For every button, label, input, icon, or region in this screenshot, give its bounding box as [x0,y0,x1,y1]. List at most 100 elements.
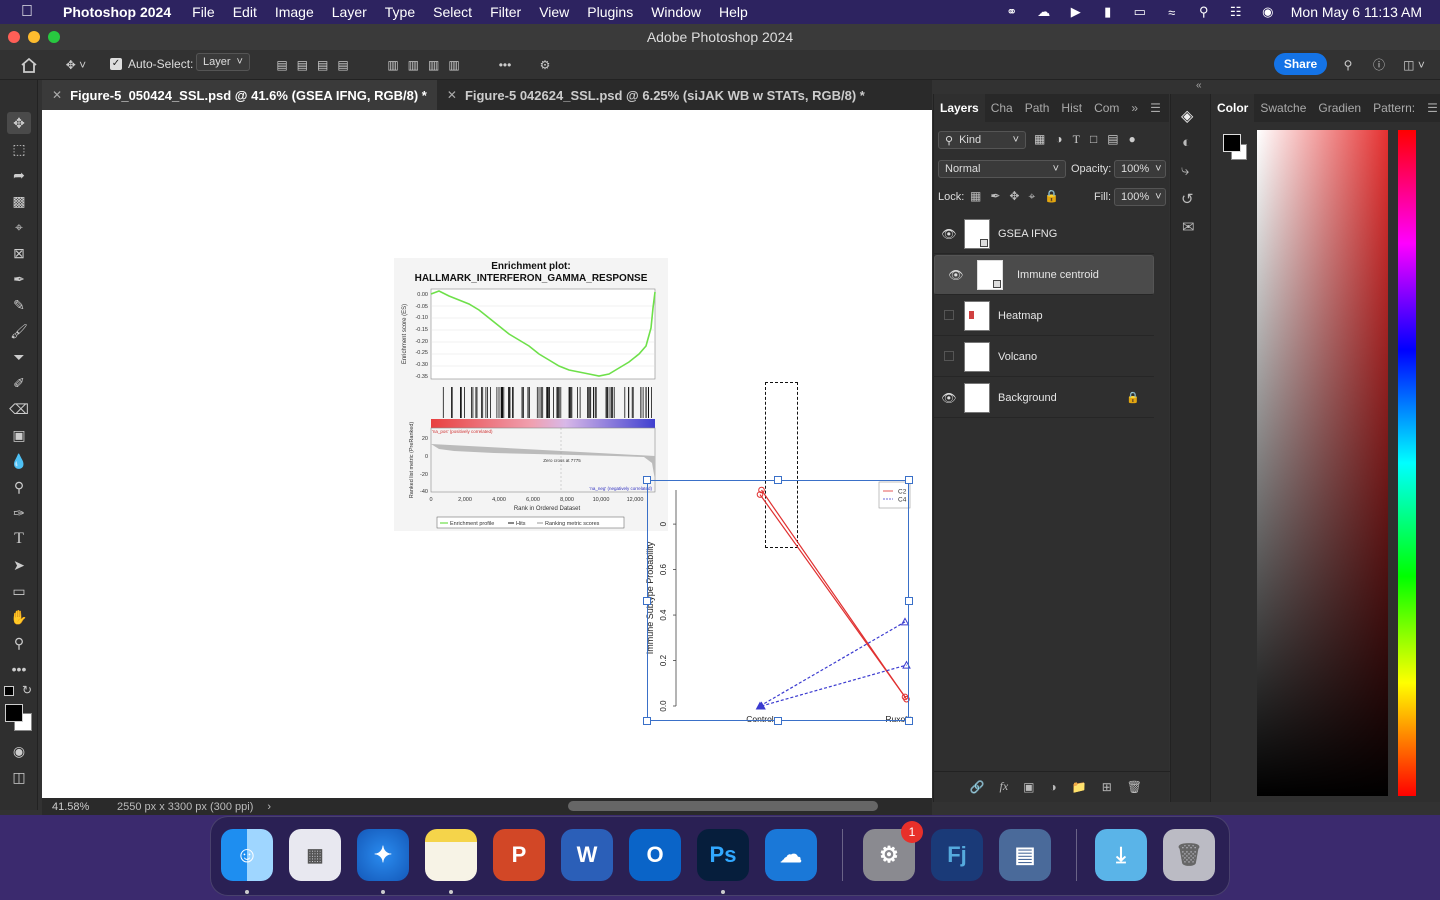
home-icon[interactable] [18,54,40,76]
layer-name[interactable]: Heatmap [998,310,1043,322]
photoshop-icon[interactable]: Ps [697,829,749,881]
eye-icon[interactable]: 👁 [934,227,964,241]
layer-row-volcano[interactable]: Volcano [934,337,1154,377]
siri-icon[interactable]: ◉ [1259,4,1277,19]
layer-effects-icon[interactable]: fx [999,779,1008,794]
new-group-icon[interactable]: 📁 [1072,780,1087,794]
control-center-icon[interactable]: ☷ [1227,4,1245,19]
more-options-icon[interactable]: ••• [494,54,516,76]
tab-swatches[interactable]: Swatche [1254,94,1312,122]
filter-shape-icon[interactable]: □ [1090,132,1097,147]
zoom-tool-icon[interactable]: ⚲ [7,632,31,654]
tab-figure-5-042624[interactable]: ✕ Figure-5 042624_SSL.psd @ 6.25% (siJAK… [437,80,875,110]
quick-mask-icon[interactable]: ◉ [7,740,31,762]
tab-comments[interactable]: Com [1088,94,1125,122]
menu-file[interactable]: File [183,4,224,20]
tab-channels[interactable]: Cha [985,94,1019,122]
tab-history[interactable]: Hist [1055,94,1088,122]
history-brush-tool-icon[interactable]: ✐ [7,372,31,394]
tab-gradients[interactable]: Gradien [1312,94,1367,122]
delete-layer-icon[interactable]: 🗑 [1127,780,1142,794]
type-tool-icon[interactable]: T [7,528,31,550]
tab-layers[interactable]: Layers [934,94,985,122]
paths-icon[interactable]: ⤷ [1181,162,1189,179]
tab-color[interactable]: Color [1211,94,1255,122]
finder-icon[interactable]: ☺ [221,829,273,881]
swap-colors-icon[interactable]: ↻ [22,683,32,697]
auto-select-checkbox[interactable]: ✓ [110,58,122,70]
move-tool-preset-icon[interactable]: ✥ ˅ [58,54,94,76]
collapse-panels-icon[interactable]: « [1196,80,1202,91]
apple-icon[interactable]:  [0,3,54,21]
menu-edit[interactable]: Edit [224,4,266,20]
menu-layer[interactable]: Layer [323,4,376,20]
minimize-window-button[interactable] [28,31,40,43]
link-layers-icon[interactable]: 🔗 [970,780,985,794]
brush-tool-icon[interactable]: 🖌 [7,320,31,342]
safari-icon[interactable]: ✦ [357,829,409,881]
cloud-icon[interactable]: ☁ [1035,4,1053,19]
align-buttons[interactable]: ▤▤▤▤ [262,54,372,76]
help-icon[interactable]: ⓘ [1368,54,1390,76]
layer-name[interactable]: GSEA IFNG [998,228,1057,240]
transform-handle[interactable] [774,476,782,484]
visibility-toggle-empty[interactable] [934,350,964,364]
layer-row-heatmap[interactable]: Heatmap [934,296,1154,336]
wifi-icon[interactable]: ≈ [1163,5,1181,20]
foreground-color-swatch[interactable] [1223,134,1241,152]
visibility-toggle-empty[interactable] [934,309,964,323]
healing-brush-tool-icon[interactable]: ✎ [7,294,31,316]
channels-icon[interactable]: ◐ [1182,134,1191,151]
zoom-level[interactable]: 41.58% [42,801,112,813]
workspace-icon[interactable]: ◫ ˅ [1398,54,1430,76]
lasso-tool-icon[interactable]: ➦ [7,164,31,186]
layer-name[interactable]: Volcano [998,351,1037,363]
eyedropper-tool-icon[interactable]: ✒ [7,268,31,290]
transform-handle[interactable] [774,717,782,725]
close-tab-icon[interactable]: ✕ [52,88,62,102]
dodge-tool-icon[interactable]: ⚲ [7,476,31,498]
panel-overflow-icon[interactable]: » [1125,94,1144,122]
transform-handle[interactable] [905,476,913,484]
lock-position-icon[interactable]: ✥ [1009,189,1019,204]
layers-stack-icon[interactable]: ◈ [1181,106,1193,126]
menu-image[interactable]: Image [266,4,323,20]
add-mask-icon[interactable]: ▣ [1023,780,1034,794]
adjustment-layer-icon[interactable]: ◑ [1050,780,1057,794]
hue-slider[interactable] [1398,130,1416,796]
layer-name[interactable]: Immune centroid [1017,269,1099,281]
layer-filter-dropdown[interactable]: ⚲ Kind ˅ [938,131,1026,149]
eraser-tool-icon[interactable]: ⌫ [7,398,31,420]
comments-icon[interactable]: ✉ [1182,218,1195,236]
move-tool-icon[interactable]: ✥ [7,112,31,134]
fill-input[interactable]: 100% ˅ [1114,188,1166,206]
layer-row-gsea-ifng[interactable]: 👁 GSEA IFNG [934,214,1154,254]
panel-menu-icon[interactable]: ☰ [1421,94,1440,122]
menu-filter[interactable]: Filter [481,4,530,20]
pen-tool-icon[interactable]: ✑ [7,502,31,524]
menu-select[interactable]: Select [424,4,481,20]
share-button[interactable]: Share [1274,53,1327,75]
gear-icon[interactable]: ⚙ [534,54,556,76]
transform-bounding-box[interactable] [647,480,909,721]
notes-icon[interactable] [425,829,477,881]
rectangle-tool-icon[interactable]: ▭ [7,580,31,602]
filter-smartobject-icon[interactable]: ▤ [1107,132,1118,147]
transform-handle[interactable] [643,596,651,605]
tab-patterns[interactable]: Pattern: [1367,94,1421,122]
downloads-folder-icon[interactable]: ⤓ [1095,829,1147,881]
path-selection-tool-icon[interactable]: ➤ [7,554,31,576]
frame-tool-icon[interactable]: ⊠ [7,242,31,264]
object-selection-tool-icon[interactable]: ▩ [7,190,31,212]
panel-menu-icon[interactable]: ☰ [1144,94,1167,122]
creative-cloud-icon[interactable]: ⚭ [1003,4,1021,19]
crop-tool-icon[interactable]: ⌖ [7,216,31,238]
history-icon[interactable]: ↺ [1181,190,1194,208]
zoom-window-button[interactable] [48,31,60,43]
screen-mode-icon[interactable]: ◫ [7,766,31,788]
transform-handle[interactable] [905,596,913,605]
close-tab-icon[interactable]: ✕ [447,88,457,102]
default-colors-icon[interactable] [4,686,14,696]
phone-icon[interactable]: ▮ [1099,4,1117,19]
blend-mode-dropdown[interactable]: Normal ˅ [938,160,1066,178]
